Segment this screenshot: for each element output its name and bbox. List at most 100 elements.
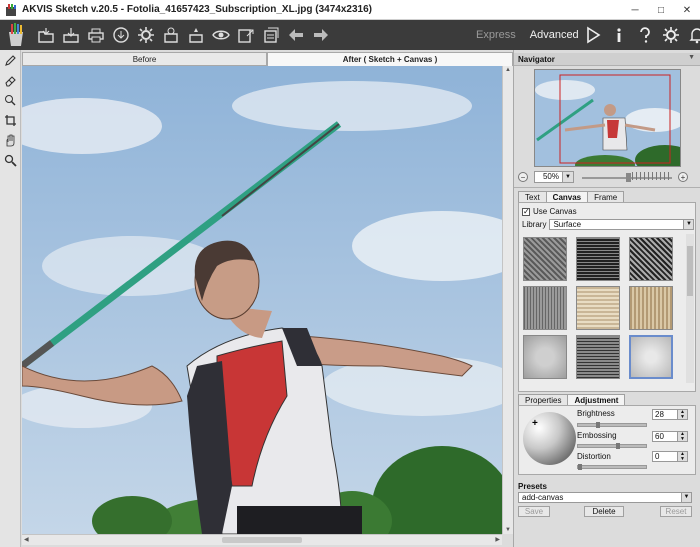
- library-row: Library Surface ▼: [522, 219, 695, 230]
- texture-thumbnail[interactable]: [629, 286, 673, 330]
- scroll-left-icon[interactable]: ◀: [24, 536, 29, 543]
- akvis-sketch-logo-icon: [9, 23, 23, 46]
- open-icon[interactable]: [36, 25, 56, 45]
- scroll-up-icon[interactable]: ▲: [505, 67, 511, 73]
- horizontal-scrollbar[interactable]: ◀ ▶: [22, 534, 502, 545]
- dropdown-arrow-icon[interactable]: ▼: [683, 220, 694, 229]
- settings-gear-icon[interactable]: [136, 25, 156, 45]
- pencil-icon[interactable]: [0, 50, 21, 70]
- spin-arrows-icon[interactable]: ▲ ▼: [677, 410, 687, 419]
- collapse-chevron-icon[interactable]: ▼: [688, 54, 695, 61]
- info-icon[interactable]: [609, 25, 629, 45]
- slider-handle[interactable]: [578, 464, 582, 470]
- library-value: Surface: [553, 220, 582, 229]
- navigator-image: [535, 70, 680, 166]
- texture-thumbnail[interactable]: [576, 237, 620, 281]
- presets-title: Presets: [518, 482, 547, 491]
- zoom-select[interactable]: 50% ▼: [534, 170, 574, 183]
- texture-grid-scrollbar[interactable]: [686, 234, 694, 383]
- zoom-slider[interactable]: [582, 171, 672, 182]
- dropdown-arrow-icon[interactable]: ▼: [681, 493, 691, 502]
- sketch-image: [22, 66, 502, 534]
- brightness-label: Brightness: [577, 409, 615, 418]
- print-icon[interactable]: [86, 25, 106, 45]
- spin-arrows-icon[interactable]: ▲ ▼: [677, 432, 687, 441]
- navigator-preview[interactable]: [534, 69, 681, 167]
- app-logo-icon: [6, 3, 16, 16]
- texture-thumbnail-selected[interactable]: [629, 335, 673, 379]
- distortion-label: Distortion: [577, 452, 611, 461]
- left-toolbar: [0, 50, 21, 547]
- back-arrow-icon[interactable]: [286, 25, 306, 45]
- zoom-in-button[interactable]: +: [678, 171, 688, 182]
- navigator-title: Navigator: [518, 54, 555, 64]
- bell-icon[interactable]: [687, 25, 700, 45]
- forward-arrow-icon[interactable]: [311, 25, 331, 45]
- texture-thumbnail[interactable]: [523, 286, 567, 330]
- texture-thumbnail[interactable]: [576, 286, 620, 330]
- horizontal-scroll-thumb[interactable]: [222, 537, 302, 543]
- preset-select[interactable]: add-canvas ▼: [518, 492, 692, 503]
- distortion-spinbox[interactable]: 0 ▲ ▼: [652, 451, 688, 462]
- image-canvas[interactable]: [22, 66, 502, 534]
- zoom-slider-thumb[interactable]: [626, 172, 631, 182]
- save-icon[interactable]: [61, 25, 81, 45]
- hand-icon[interactable]: [0, 130, 21, 150]
- view-tabs: Before After ( Sketch + Canvas ): [22, 52, 513, 66]
- adjustment-box: + Brightness 28 ▲ ▼ Embossing 60 ▲ ▼ Disto…: [518, 405, 696, 475]
- use-canvas-checkbox[interactable]: ✓: [522, 207, 530, 216]
- texture-thumbnail[interactable]: [523, 237, 567, 281]
- reset-preset-button[interactable]: Reset: [660, 506, 692, 517]
- zoom-controls: − 50% ▼ +: [518, 170, 698, 183]
- embossing-spinbox[interactable]: 60 ▲ ▼: [652, 431, 688, 442]
- eraser-icon[interactable]: [0, 70, 21, 90]
- minimize-button[interactable]: ─: [622, 0, 648, 20]
- close-button[interactable]: ✕: [674, 0, 700, 20]
- slider-handle[interactable]: [616, 443, 621, 449]
- preferences-icon[interactable]: [661, 25, 681, 45]
- zoom-value: 50%: [542, 172, 559, 181]
- texture-grid: [522, 234, 686, 383]
- embossing-slider[interactable]: [577, 443, 647, 449]
- embossing-label: Embossing: [577, 431, 617, 440]
- light-sphere[interactable]: +: [523, 412, 576, 465]
- brightness-spinbox[interactable]: 28 ▲ ▼: [652, 409, 688, 420]
- scroll-down-icon[interactable]: ▼: [505, 527, 511, 533]
- vertical-scrollbar[interactable]: ▲ ▼: [502, 66, 513, 534]
- texture-thumbnail[interactable]: [629, 237, 673, 281]
- embossing-value: 60: [655, 432, 664, 441]
- zoom-icon[interactable]: [0, 150, 21, 170]
- export-icon[interactable]: [236, 25, 256, 45]
- canvas-settings-box: ✓ Use Canvas Library Surface ▼: [518, 202, 696, 392]
- dropdown-arrow-icon[interactable]: ▼: [562, 171, 573, 182]
- library-select[interactable]: Surface ▼: [549, 219, 695, 230]
- run-icon[interactable]: [583, 25, 603, 45]
- batch-icon[interactable]: [161, 25, 181, 45]
- distortion-slider[interactable]: [577, 464, 647, 470]
- share-icon[interactable]: [111, 25, 131, 45]
- delete-preset-button[interactable]: Delete: [584, 506, 624, 517]
- save-preset-button[interactable]: Save: [518, 506, 550, 517]
- brightness-slider[interactable]: [577, 422, 647, 428]
- texture-thumbnail[interactable]: [523, 335, 567, 379]
- crop-icon[interactable]: [0, 110, 21, 130]
- use-canvas-row: ✓ Use Canvas: [522, 207, 577, 216]
- preset-icon[interactable]: [186, 25, 206, 45]
- layers-icon[interactable]: [261, 25, 281, 45]
- use-canvas-label: Use Canvas: [533, 207, 577, 216]
- scroll-right-icon[interactable]: ▶: [495, 536, 500, 543]
- help-icon[interactable]: [635, 25, 655, 45]
- slider-handle[interactable]: [595, 422, 600, 428]
- texture-thumbnail[interactable]: [576, 335, 620, 379]
- zoom-out-button[interactable]: −: [518, 171, 528, 182]
- spin-arrows-icon[interactable]: ▲ ▼: [677, 452, 687, 461]
- express-mode-button[interactable]: Express: [476, 29, 516, 41]
- brightness-value: 28: [655, 410, 664, 419]
- history-brush-icon[interactable]: [0, 90, 21, 110]
- tab-after[interactable]: After ( Sketch + Canvas ): [267, 52, 513, 66]
- tab-before[interactable]: Before: [22, 52, 267, 66]
- title-bar: AKVIS Sketch v.20.5 - Fotolia_41657423_S…: [0, 0, 700, 20]
- advanced-mode-button[interactable]: Advanced: [530, 29, 579, 41]
- eye-icon[interactable]: [211, 25, 231, 45]
- maximize-button[interactable]: □: [648, 0, 674, 20]
